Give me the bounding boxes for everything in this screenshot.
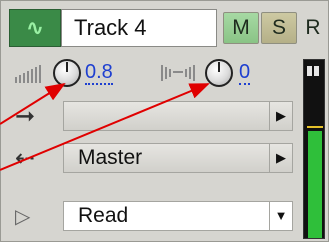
volume-knob[interactable] <box>53 59 81 87</box>
meter-fill <box>308 131 322 238</box>
track-name-field[interactable]: Track 4 <box>61 9 217 47</box>
track-header: ∿ Track 4 M S R <box>9 9 327 47</box>
meter-peak-indicator <box>307 66 321 76</box>
dropdown-arrow-icon[interactable]: ▶ <box>269 144 292 172</box>
automation-mode-dropdown[interactable]: Read ▼ <box>63 201 293 231</box>
output-route-dropdown[interactable]: Master ▶ <box>63 143 293 173</box>
pan-value[interactable]: 0 <box>239 61 251 85</box>
pan-knob[interactable] <box>205 59 233 87</box>
solo-button[interactable]: S <box>261 12 297 44</box>
input-route-dropdown[interactable]: ▶ <box>63 101 293 131</box>
record-button[interactable]: R <box>299 12 327 44</box>
volume-ramp-icon <box>13 63 53 83</box>
track-panel: ∿ Track 4 M S R 0.8 0 ➞ ▶ ⇠ Master ▶ ▷ R… <box>0 0 329 242</box>
automation-mode-value: Read <box>78 204 129 227</box>
output-route-value: Master <box>78 146 143 169</box>
knob-row: 0.8 0 <box>9 57 299 89</box>
play-triangle-icon[interactable]: ▷ <box>15 203 55 233</box>
arrow-left-icon: ⇠ <box>15 145 36 172</box>
waveform-icon[interactable]: ∿ <box>9 9 61 47</box>
level-meter <box>303 59 325 239</box>
arrow-right-icon: ➞ <box>15 103 36 130</box>
pan-icon <box>159 63 205 83</box>
dropdown-arrow-icon[interactable]: ▶ <box>269 102 292 130</box>
volume-value[interactable]: 0.8 <box>85 61 113 85</box>
meter-marker <box>307 126 323 128</box>
dropdown-arrow-icon[interactable]: ▼ <box>269 202 292 230</box>
mute-button[interactable]: M <box>223 12 259 44</box>
